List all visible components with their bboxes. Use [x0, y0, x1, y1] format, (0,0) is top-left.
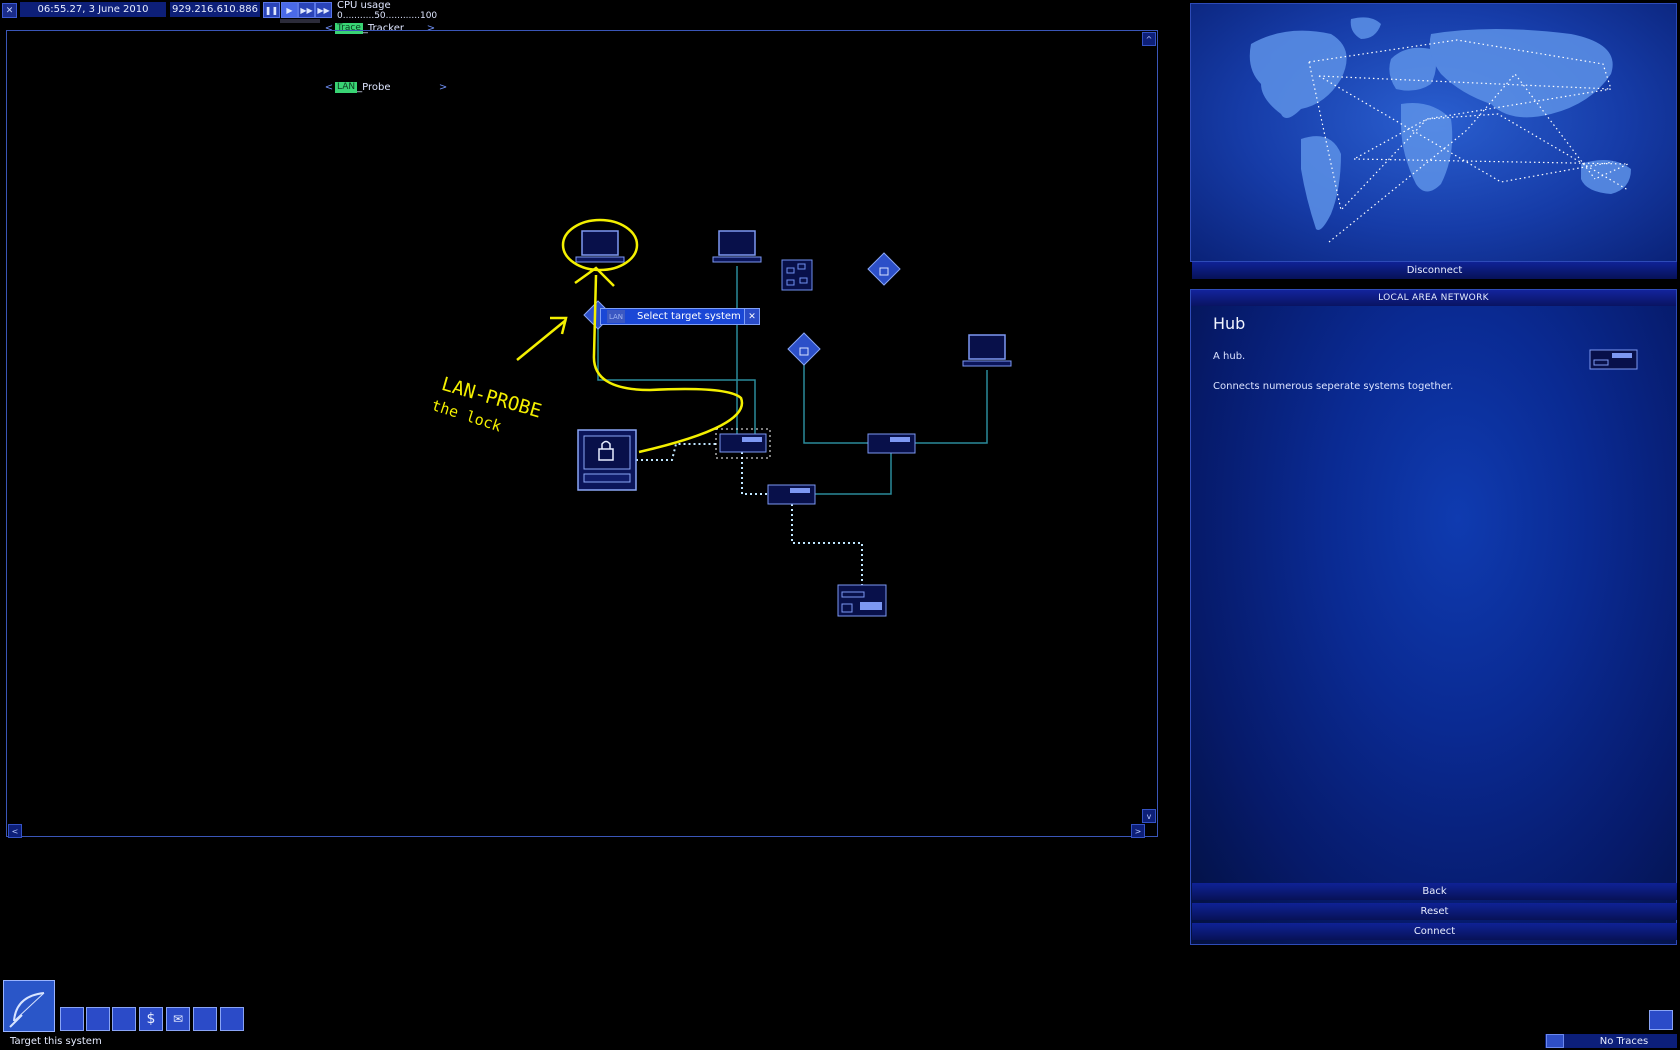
hub-icon[interactable] [767, 484, 816, 505]
speaker-icon[interactable] [1546, 1034, 1564, 1048]
reset-button[interactable]: Reset [1192, 903, 1677, 920]
system-detail: Connects numerous seperate systems toget… [1213, 381, 1454, 392]
locked-terminal-icon[interactable] [577, 429, 637, 491]
new-mail-icon[interactable] [1649, 1010, 1673, 1030]
disconnect-button[interactable]: Disconnect [1192, 262, 1677, 279]
world-map[interactable] [1190, 3, 1677, 262]
main-menu-button[interactable] [3, 980, 55, 1032]
network-map-icon[interactable] [220, 1007, 244, 1031]
hub-icon[interactable] [867, 433, 916, 454]
software-icon[interactable] [60, 1007, 84, 1031]
trace-label: No Traces [1599, 1035, 1649, 1047]
status-icon[interactable] [112, 1007, 136, 1031]
gateway-icon[interactable] [193, 1007, 217, 1031]
computer-icon[interactable] [962, 334, 1012, 367]
satellite-dish-icon [9, 992, 45, 1028]
select-target-tooltip[interactable]: LAN Select target system ✕ [600, 308, 760, 325]
status-message: Target this system [10, 1036, 102, 1047]
lan-active-link [791, 504, 863, 585]
continents [1249, 17, 1631, 230]
computer-icon[interactable] [575, 230, 625, 263]
lan-network-diagram [516, 218, 1012, 617]
lan-chip-icon: LAN [607, 310, 625, 323]
finance-icon[interactable]: $ [139, 1007, 163, 1031]
info-panel: LOCAL AREA NETWORK Hub A hub. Connects n… [1190, 289, 1677, 945]
lock-node-icon[interactable] [787, 332, 821, 366]
panel-header: LOCAL AREA NETWORK [1191, 290, 1676, 306]
connect-button[interactable]: Connect [1192, 923, 1677, 940]
tooltip-text: Select target system [637, 311, 741, 322]
lan-link [742, 379, 756, 440]
lan-link [803, 348, 868, 444]
lan-link [815, 453, 892, 495]
lock-node-icon[interactable] [867, 252, 901, 286]
selected-system-title: Hub [1213, 314, 1246, 333]
annotation-scribble [516, 218, 744, 454]
hardware-icon[interactable] [86, 1007, 110, 1031]
email-icon[interactable]: ✉ [166, 1007, 190, 1031]
mainframe-icon[interactable] [837, 584, 887, 617]
hub-icon [1589, 349, 1638, 370]
system-description: A hub. [1213, 351, 1246, 362]
router-icon[interactable] [781, 259, 813, 291]
close-icon[interactable]: ✕ [744, 309, 759, 324]
computer-icon[interactable] [712, 230, 762, 263]
trace-status: No Traces [1545, 1034, 1677, 1048]
lan-link [597, 325, 742, 381]
lan-active-link [636, 443, 716, 461]
world-map-graphic [1249, 17, 1631, 243]
lan-active-links [636, 443, 863, 585]
lan-link [915, 370, 988, 444]
back-button[interactable]: Back [1192, 883, 1677, 900]
